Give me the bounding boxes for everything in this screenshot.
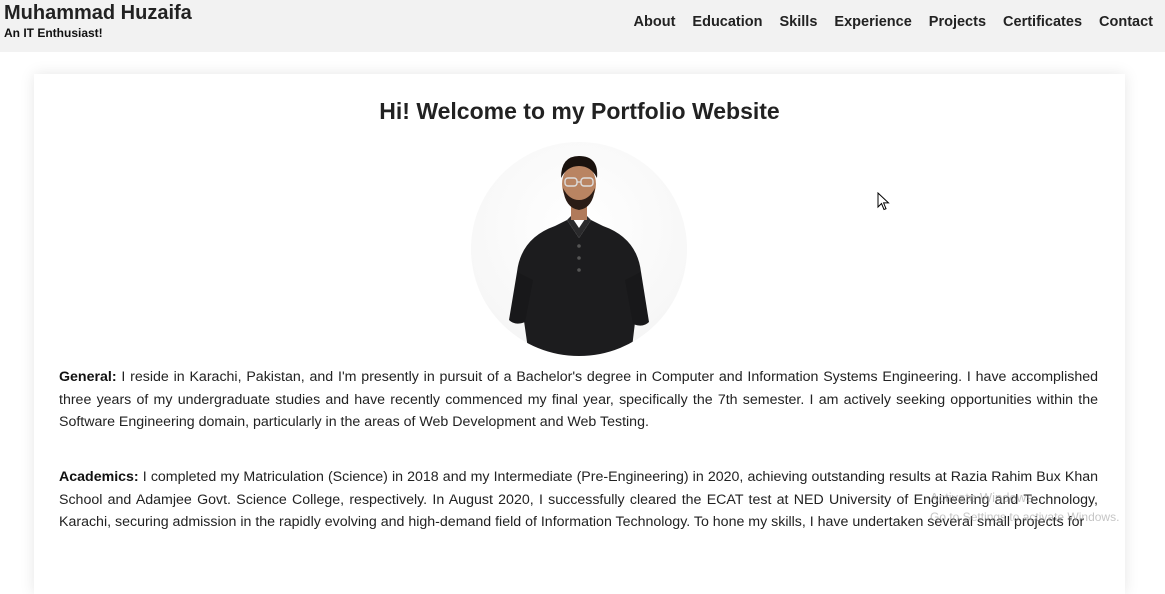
- nav-skills[interactable]: Skills: [780, 14, 818, 30]
- brand-tagline: An IT Enthusiast!: [4, 26, 103, 40]
- profile-photo: [471, 142, 687, 356]
- general-paragraph: General: I reside in Karachi, Pakistan, …: [59, 366, 1098, 434]
- mouse-cursor-icon: [877, 191, 891, 217]
- person-portrait: [509, 156, 649, 356]
- brand[interactable]: Muhammad Huzaifa An IT Enthusiast!: [4, 2, 192, 41]
- nav-projects[interactable]: Projects: [929, 14, 986, 30]
- page-title: Hi! Welcome to my Portfolio Website: [379, 98, 780, 124]
- activate-windows-watermark: Activate Windows: [930, 490, 1033, 505]
- activate-windows-hint: Go to Settings to activate Windows.: [930, 510, 1120, 524]
- site-header: Muhammad Huzaifa An IT Enthusiast! About…: [0, 0, 1165, 52]
- general-label: General:: [59, 369, 117, 385]
- general-text: I reside in Karachi, Pakistan, and I'm p…: [59, 369, 1098, 430]
- nav-about[interactable]: About: [634, 14, 676, 30]
- nav-education[interactable]: Education: [692, 14, 762, 30]
- main-nav: About Education Skills Experience Projec…: [634, 14, 1153, 30]
- nav-experience[interactable]: Experience: [834, 14, 911, 30]
- brand-name[interactable]: Muhammad Huzaifa: [4, 2, 192, 24]
- nav-certificates[interactable]: Certificates: [1003, 14, 1082, 30]
- academics-label: Academics:: [59, 469, 139, 485]
- nav-contact[interactable]: Contact: [1099, 14, 1153, 30]
